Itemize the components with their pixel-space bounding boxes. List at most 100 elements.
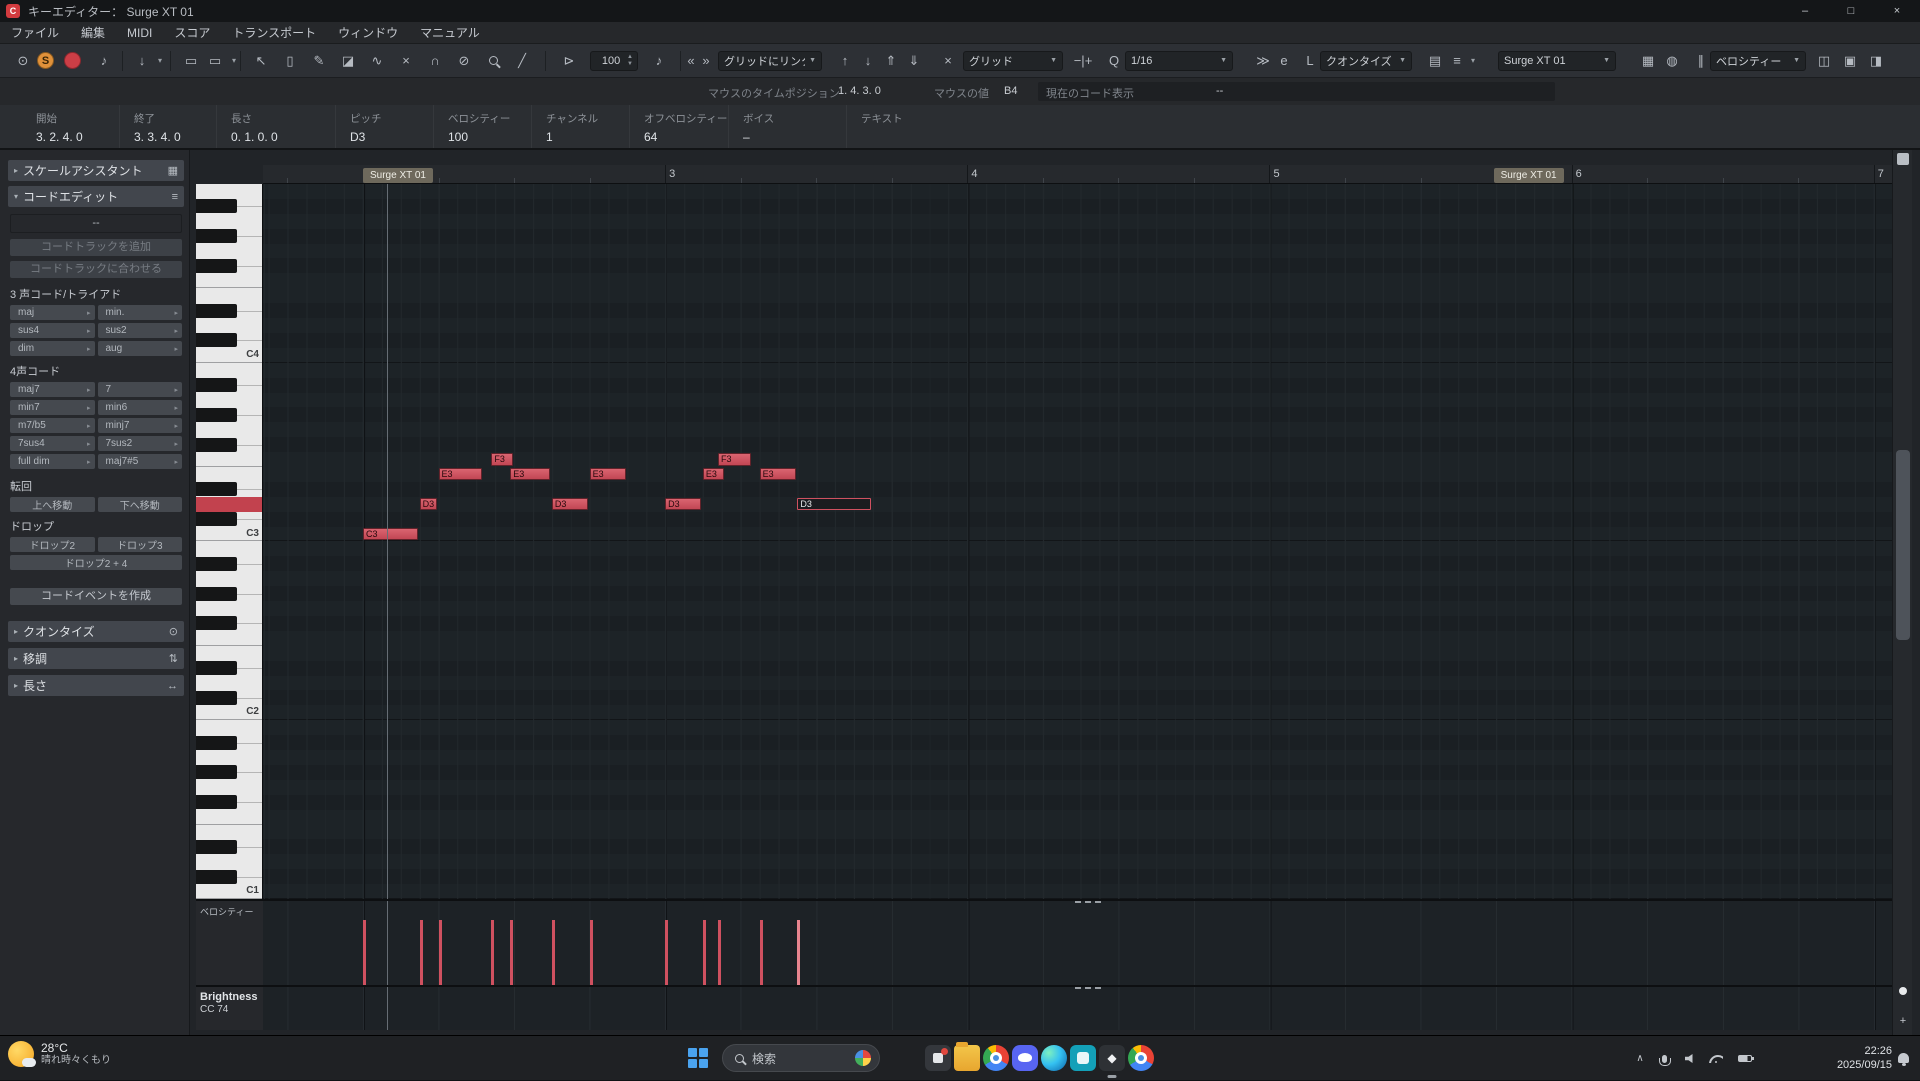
piano-key-g2[interactable] (196, 601, 262, 616)
infoline-field-8[interactable]: テキスト (847, 105, 1920, 148)
piano-key-e2[interactable] (196, 646, 262, 661)
record-button[interactable] (64, 52, 81, 69)
nudge-right-button[interactable]: » (699, 50, 713, 72)
taskbar-chrome-icon[interactable] (983, 1045, 1009, 1071)
line-tool-button[interactable]: ╱ (511, 50, 533, 72)
part-list-caret-icon[interactable]: ▾ (228, 50, 240, 72)
midi-note-d3-11[interactable]: D3 (797, 497, 872, 511)
minimize-button[interactable]: – (1782, 0, 1828, 22)
midi-note-d3-5[interactable]: D3 (551, 497, 589, 511)
length-quantize-icon-button[interactable]: L (1302, 50, 1318, 72)
ruler-options-icon[interactable] (1897, 153, 1909, 165)
midi-note-e3-6[interactable]: E3 (589, 468, 626, 481)
piano-key-as1[interactable] (196, 735, 262, 750)
notification-bell-icon[interactable] (1898, 1053, 1909, 1066)
maximize-button[interactable]: □ (1828, 0, 1874, 22)
delete-overlaps-button[interactable]: × (937, 50, 959, 72)
quantize-preset-dropdown[interactable]: 1/16 ▼ (1125, 50, 1233, 71)
infoline-field-2[interactable]: 長さ 0. 1. 0. 0 (217, 105, 336, 148)
trim-tool-button[interactable]: ∿ (366, 50, 388, 72)
inversion-button--[interactable]: 下へ移動 (97, 497, 182, 512)
piano-key-a1[interactable] (196, 750, 262, 765)
velocity-bar-4[interactable] (510, 920, 514, 985)
part-end-tag[interactable]: Surge XT 01 (1493, 168, 1564, 183)
insert-velocity-spinner[interactable]: 100 ▲ ▼ (590, 50, 638, 71)
menu-item-5[interactable]: ウィンドウ (327, 22, 409, 44)
drop-button--2[interactable]: ドロップ2 (10, 537, 95, 552)
taskbar-mail-icon[interactable] (925, 1045, 951, 1071)
midi-note-f3-9[interactable]: F3 (718, 453, 751, 466)
piano-key-f2[interactable] (196, 631, 262, 646)
piano-key-b2[interactable] (196, 542, 262, 557)
add-chord-track-button[interactable]: コードトラックを追加 (10, 239, 182, 256)
tetrad-button-7sus2[interactable]: 7sus2 ▸ (97, 436, 182, 451)
transpose-up-button[interactable]: ⇑ (880, 50, 902, 72)
quantize-panel-button[interactable]: e (1275, 50, 1293, 72)
velocity-bar-8[interactable] (702, 920, 706, 985)
cc-lane[interactable] (263, 985, 1892, 1030)
piano-key-cs1[interactable] (196, 869, 262, 884)
solo-editor-button[interactable]: S (37, 52, 54, 69)
menu-item-0[interactable]: ファイル (0, 22, 70, 44)
midi-note-d3-1[interactable]: D3 (419, 497, 438, 511)
track-list-button[interactable]: ≡ (1447, 50, 1467, 72)
velocity-bar-5[interactable] (551, 920, 555, 985)
triad-button-dim[interactable]: dim ▸ (10, 341, 95, 356)
part-visibility-button[interactable]: ▤ (1425, 50, 1445, 72)
taskbar-edge-icon[interactable] (1041, 1045, 1067, 1071)
controller-lane-setup-dropdown[interactable]: ベロシティー ▼ (1710, 50, 1806, 71)
tetrad-button-full-dim[interactable]: full dim ▸ (10, 454, 95, 469)
velocity-bar-2[interactable] (438, 920, 442, 985)
chord-variant-arrow-icon[interactable]: ▸ (174, 309, 178, 317)
piano-key-g3[interactable] (196, 422, 262, 437)
mute-tool-button[interactable]: × (395, 50, 417, 72)
piano-key-ds4[interactable] (196, 303, 262, 318)
chord-editing-section[interactable]: ▾ コードエディット ≡ (8, 186, 184, 207)
piano-key-a3[interactable] (196, 393, 262, 408)
cc-lane-header[interactable]: Brightness CC 74 (196, 985, 263, 1030)
edit-active-part-button[interactable]: ▭ (204, 50, 226, 72)
event-colors-button[interactable]: ▦ (1638, 50, 1658, 72)
triad-button-sus2[interactable]: sus2 ▸ (97, 323, 182, 338)
infoline-value-6[interactable]: 64 (644, 130, 728, 144)
acoustic-feedback-button[interactable]: ♪ (93, 50, 115, 72)
midi-input-button[interactable]: ♪ (648, 50, 670, 72)
triad-button-sus4[interactable]: sus4 ▸ (10, 323, 95, 338)
infoline-field-6[interactable]: オフベロシティー 64 (630, 105, 729, 148)
transpose-section[interactable]: ▸ 移調 ⇅ (8, 648, 184, 669)
piano-key-d2[interactable] (196, 676, 262, 691)
infoline-field-5[interactable]: チャンネル 1 (532, 105, 630, 148)
zoom-tool-button[interactable] (482, 50, 504, 72)
pin-tool-button[interactable]: ⊙ (12, 50, 34, 72)
tetrad-button-m7-b5[interactable]: m7/b5 ▸ (10, 418, 95, 433)
zoom-in-button[interactable]: + (1897, 1015, 1909, 1027)
grid-type-dropdown[interactable]: グリッド ▼ (963, 50, 1063, 71)
piano-key-as2[interactable] (196, 556, 262, 571)
infoline-field-3[interactable]: ピッチ D3 (336, 105, 434, 148)
drop-2-4-button[interactable]: ドロップ2 + 4 (10, 555, 182, 570)
weather-widget[interactable]: 28°C 晴れ時々くもり (8, 1041, 111, 1067)
piano-key-c3[interactable]: C3 (196, 527, 262, 542)
velocity-lane[interactable] (263, 899, 1892, 985)
show-part-borders-button[interactable]: ▭ (180, 50, 202, 72)
chord-variant-arrow-icon[interactable]: ▸ (87, 309, 91, 317)
menu-item-3[interactable]: スコア (163, 22, 221, 44)
midi-note-e3-10[interactable]: E3 (759, 468, 796, 481)
infoline-field-1[interactable]: 終了 3. 3. 4. 0 (120, 105, 217, 148)
tetrad-button-minj7[interactable]: minj7 ▸ (97, 418, 182, 433)
autoscroll-button[interactable]: ↓ (131, 50, 153, 72)
chord-variant-arrow-icon[interactable]: ▸ (87, 404, 91, 412)
chord-variant-arrow-icon[interactable]: ▸ (87, 386, 91, 394)
piano-key-as4[interactable] (196, 199, 262, 214)
scale-assistant-section[interactable]: ▸ スケールアシスタント ▦ (8, 160, 184, 181)
tetrad-button-7[interactable]: 7 ▸ (97, 382, 182, 397)
infoline-value-2[interactable]: 0. 1. 0. 0 (231, 130, 335, 144)
piano-key-gs3[interactable] (196, 407, 262, 422)
part-start-tag[interactable]: Surge XT 01 (363, 168, 433, 183)
velocity-lane-header[interactable]: ベロシティー (196, 899, 263, 985)
taskbar-browser-icon[interactable] (1128, 1045, 1154, 1071)
match-chord-track-button[interactable]: コードトラックに合わせる (10, 261, 182, 278)
volume-icon[interactable] (1680, 1036, 1700, 1081)
part-selector-dropdown[interactable]: Surge XT 01 ▼ (1498, 50, 1616, 71)
piano-key-ds1[interactable] (196, 839, 262, 854)
